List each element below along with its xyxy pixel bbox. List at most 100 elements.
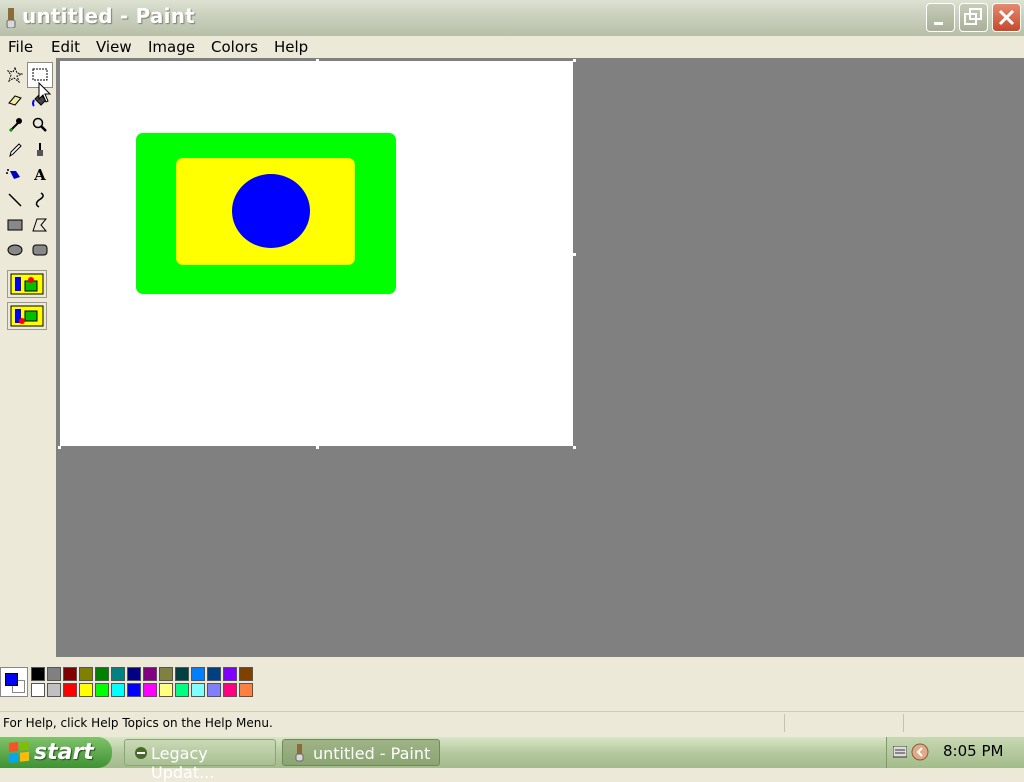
color-swatch[interactable]: [63, 683, 77, 697]
status-bar: For Help, click Help Topics on the Help …: [0, 711, 1024, 735]
color-swatch[interactable]: [31, 667, 45, 681]
rounded-rectangle-tool[interactable]: [28, 238, 52, 262]
magnifier-tool[interactable]: [28, 113, 52, 137]
show-hidden-icons-icon[interactable]: [911, 743, 929, 761]
mouse-cursor-icon: [38, 82, 52, 103]
pencil-tool[interactable]: [3, 138, 27, 162]
close-icon: [998, 9, 1015, 26]
color-swatch[interactable]: [47, 683, 61, 697]
color-swatch[interactable]: [191, 667, 205, 681]
magnifier-icon: [32, 117, 47, 132]
polygon-tool[interactable]: [28, 213, 52, 237]
color-swatch[interactable]: [79, 683, 93, 697]
line-icon: [8, 193, 22, 207]
color-swatch[interactable]: [207, 683, 221, 697]
eraser-tool[interactable]: [3, 88, 27, 112]
opaque-selection-icon: [10, 273, 44, 295]
status-size: [903, 714, 1022, 732]
windows-logo-icon: [9, 742, 29, 763]
color-swatch[interactable]: [127, 683, 141, 697]
select-icon: [32, 68, 48, 81]
clock: 8:05 PM: [943, 742, 1004, 760]
resize-handle-bottom-left: [58, 446, 61, 449]
close-button[interactable]: [992, 3, 1021, 32]
menu-view[interactable]: View: [96, 38, 132, 56]
title-bar[interactable]: untitled - Paint: [0, 0, 1024, 36]
menu-help[interactable]: Help: [274, 38, 308, 56]
color-swatch[interactable]: [63, 667, 77, 681]
blue-ellipse: [232, 174, 310, 248]
color-swatch[interactable]: [143, 683, 157, 697]
color-swatch[interactable]: [239, 667, 253, 681]
system-tray: 8:05 PM: [886, 737, 1024, 768]
polygon-icon: [32, 218, 48, 232]
text-icon: A: [34, 166, 46, 184]
transparency-option-transparent[interactable]: [7, 302, 47, 330]
resize-handle-top-mid: [316, 59, 319, 62]
rectangle-icon: [7, 219, 23, 231]
maximize-button[interactable]: [959, 3, 988, 32]
free-form-select-icon: [7, 67, 23, 83]
resize-handle-bottom[interactable]: [316, 446, 319, 449]
transparency-option-opaque[interactable]: [7, 270, 47, 298]
status-coordinates: [784, 714, 903, 732]
color-swatch[interactable]: [111, 683, 125, 697]
text-tool[interactable]: A: [28, 163, 52, 187]
color-swatch[interactable]: [175, 667, 189, 681]
canvas-drawing: [136, 133, 396, 294]
taskbar-button-paint[interactable]: untitled - Paint: [282, 739, 440, 766]
brush-icon: [37, 143, 43, 156]
brush-tool[interactable]: [28, 138, 52, 162]
status-text: For Help, click Help Topics on the Help …: [3, 716, 273, 730]
color-swatch[interactable]: [95, 683, 109, 697]
color-swatch[interactable]: [143, 667, 157, 681]
menu-bar: File Edit View Image Colors Help: [0, 36, 1024, 58]
resize-handle-right[interactable]: [573, 253, 576, 256]
paint-app-icon: [6, 8, 16, 28]
ellipse-tool[interactable]: [3, 238, 27, 262]
drawing-canvas[interactable]: [60, 61, 573, 446]
minimize-button[interactable]: [926, 3, 955, 32]
color-swatch[interactable]: [31, 683, 45, 697]
color-swatch[interactable]: [223, 683, 237, 697]
ellipse-icon: [7, 244, 23, 256]
color-swatch[interactable]: [79, 667, 93, 681]
color-swatch[interactable]: [47, 667, 61, 681]
color-swatch[interactable]: [239, 683, 253, 697]
menu-file[interactable]: File: [8, 38, 33, 56]
menu-colors[interactable]: Colors: [211, 38, 258, 56]
color-swatch[interactable]: [191, 683, 205, 697]
pick-color-icon: [8, 118, 22, 133]
pencil-icon: [9, 143, 22, 158]
eraser-icon: [8, 95, 22, 106]
menu-image[interactable]: Image: [148, 38, 195, 56]
start-button[interactable]: start: [0, 737, 112, 768]
color-swatch[interactable]: [159, 683, 173, 697]
rectangle-tool[interactable]: [3, 213, 27, 237]
color-swatch[interactable]: [127, 667, 141, 681]
color-swatch[interactable]: [111, 667, 125, 681]
color-swatch[interactable]: [207, 667, 221, 681]
current-colors[interactable]: [0, 667, 28, 697]
curve-tool[interactable]: [28, 188, 52, 212]
legacy-update-icon: [135, 747, 147, 759]
paint-app-icon: [295, 744, 304, 762]
free-form-select-tool[interactable]: [3, 63, 27, 87]
pick-color-tool[interactable]: [3, 113, 27, 137]
canvas-workspace: [56, 58, 1024, 657]
window-title: untitled - Paint: [22, 4, 195, 28]
keyboard-icon[interactable]: [893, 746, 907, 758]
line-tool[interactable]: [3, 188, 27, 212]
color-swatch[interactable]: [223, 667, 237, 681]
resize-handle-corner[interactable]: [573, 446, 576, 449]
color-swatch[interactable]: [175, 683, 189, 697]
minimize-icon: [934, 22, 943, 25]
color-swatch[interactable]: [95, 667, 109, 681]
foreground-color-swatch: [5, 673, 18, 686]
taskbar-button-legacy-update[interactable]: Legacy Updat...: [124, 739, 276, 782]
start-label: start: [34, 740, 94, 765]
airbrush-tool[interactable]: [3, 163, 27, 187]
menu-edit[interactable]: Edit: [51, 38, 80, 56]
color-swatch[interactable]: [159, 667, 173, 681]
airbrush-icon: [6, 169, 20, 179]
